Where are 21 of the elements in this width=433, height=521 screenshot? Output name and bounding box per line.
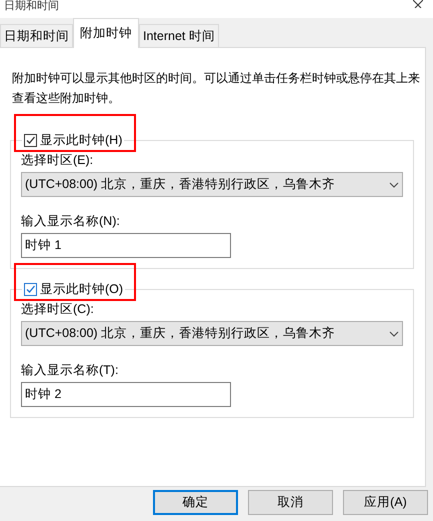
description-text: 附加时钟可以显示其他时区的时间。可以通过单击任务栏时钟或悬停在其上来查看这些附加时钟。 <box>11 70 421 107</box>
timezone-dropdown[interactable]: (UTC+08:00) 北京，重庆，香港特别行政区，乌鲁木齐 <box>21 172 403 197</box>
name-input[interactable]: 时钟 2 <box>21 382 231 407</box>
field-label: 输入显示名称(N): <box>21 213 121 229</box>
chevron-down-icon <box>389 330 399 336</box>
window-title: 日期和时间 <box>4 0 59 12</box>
dialog-button[interactable]: 确定 <box>153 490 238 515</box>
field-label: 选择时区(E): <box>21 152 94 168</box>
tab[interactable]: Internet 时间 <box>139 24 219 48</box>
chevron-down-icon <box>389 182 399 188</box>
dialog-button[interactable]: 取消 <box>248 490 333 515</box>
dialog-button[interactable]: 应用(A) <box>343 490 428 515</box>
timezone-dropdown[interactable]: (UTC+08:00) 北京，重庆，香港特别行政区，乌鲁木齐 <box>21 321 403 346</box>
field-label: 输入显示名称(T): <box>21 362 120 378</box>
tab[interactable]: 附加时钟 <box>73 18 139 48</box>
name-input[interactable]: 时钟 1 <box>21 233 231 258</box>
checkbox-label[interactable]: 显示此时钟(H) <box>40 130 122 150</box>
tab[interactable]: 日期和时间 <box>0 24 73 48</box>
field-label: 选择时区(C): <box>21 301 95 317</box>
checkbox-label[interactable]: 显示此时钟(O) <box>40 279 124 299</box>
close-icon[interactable] <box>413 0 423 8</box>
